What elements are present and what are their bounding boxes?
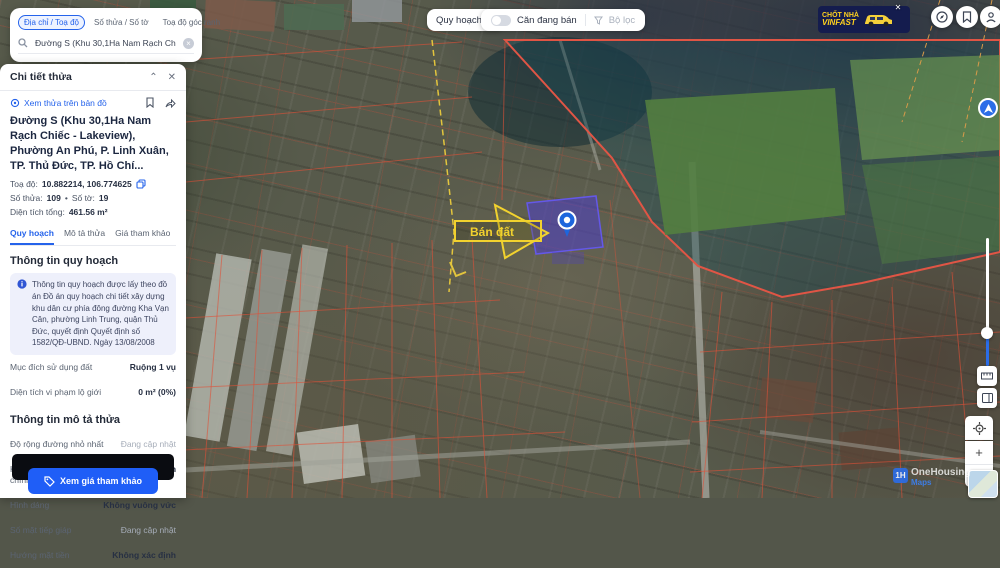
overlay-opacity-slider-track[interactable]	[986, 238, 989, 330]
account-button[interactable]	[980, 6, 1000, 28]
measure-button[interactable]	[977, 366, 997, 386]
view-price-button[interactable]: Xem giá tham khảo	[28, 468, 158, 494]
user-icon	[985, 11, 997, 23]
listings-toggle[interactable]	[491, 15, 511, 26]
so-to-value: 19	[99, 193, 108, 203]
location-arrow-icon	[984, 104, 993, 113]
area-value: 461.56 m²	[69, 207, 108, 217]
row-value: 0 m² (0%)	[138, 387, 176, 397]
so-to-label: Số tờ:	[72, 193, 95, 203]
parcel-detail-panel: Chi tiết thửa ⌃ ✕ Xem thửa trên bản đồ Đ…	[0, 64, 186, 498]
onehousing-watermark: 1H OneHousing Maps	[893, 468, 970, 488]
row-value: Ruộng 1 vụ	[130, 362, 176, 372]
info-icon	[17, 279, 27, 349]
zoom-in-button[interactable]: +	[965, 441, 993, 465]
crosshair-icon	[973, 422, 986, 435]
so-thua-label: Số thửa:	[10, 193, 43, 203]
so-thua-value: 109	[47, 193, 61, 203]
detail-tabs: Quy hoạch Mô tả thửa Giá tham khảo	[10, 224, 176, 246]
filter-funnel-icon	[594, 16, 603, 25]
clear-search-icon[interactable]: ×	[183, 38, 194, 49]
target-icon	[10, 98, 20, 108]
row-value: Không xác định	[112, 550, 176, 560]
planning-section-heading: Thông tin quy hoạch	[10, 255, 176, 267]
navigate-button[interactable]	[978, 98, 998, 118]
tab-mo-ta-thua[interactable]: Mô tả thửa	[64, 224, 105, 245]
explore-button[interactable]	[931, 6, 953, 28]
row-value: Không vuông vức	[103, 500, 176, 510]
car-icon	[862, 12, 894, 28]
tab-quy-hoach[interactable]: Quy hoạch	[10, 224, 54, 245]
search-input[interactable]	[33, 37, 178, 49]
copy-icon[interactable]	[136, 179, 146, 189]
area-label: Diện tích tổng:	[10, 207, 65, 217]
view-on-map-link[interactable]: Xem thửa trên bản đồ	[24, 98, 141, 108]
basemap-thumbnail[interactable]	[968, 470, 998, 498]
overlay-opacity-slider-fill	[986, 336, 989, 366]
filter-bar: Căn đang bán Bộ lọc	[481, 9, 645, 31]
row-label: Diện tích vi phạm lộ giới	[10, 387, 101, 398]
planning-notice-text: Thông tin quy hoạch được lấy theo đồ án …	[32, 279, 169, 349]
tab-parcel-sheet[interactable]: Số thửa / Số tờ	[89, 15, 154, 30]
watermark-name: OneHousing	[911, 468, 970, 478]
tab-corner-coords[interactable]: Toạ độ góc ranh	[158, 15, 225, 30]
divider	[585, 14, 586, 26]
collapse-icon[interactable]: ⌃	[149, 72, 157, 83]
dot-separator: •	[65, 193, 68, 203]
view-price-label: Xem giá tham khảo	[60, 476, 142, 486]
ruler-icon	[981, 372, 993, 380]
compass-icon	[936, 11, 948, 23]
panel-title: Chi tiết thửa	[10, 71, 72, 83]
split-panel-icon	[982, 393, 993, 403]
bookmark-icon[interactable]	[145, 97, 155, 108]
coords-value: 10.882214, 106.774625	[42, 179, 132, 189]
tab-address-coords[interactable]: Địa chỉ / Toạ độ	[18, 15, 85, 30]
price-tag-icon	[44, 476, 55, 487]
filter-button[interactable]: Bộ lọc	[609, 15, 635, 26]
description-section-heading: Thông tin mô tả thửa	[10, 414, 176, 426]
panel-footer: Xem giá tham khảo	[0, 454, 186, 498]
search-mode-tabs: Địa chỉ / Toạ độ Số thửa / Số tờ Toạ độ …	[18, 15, 194, 30]
row-label: Hướng mặt tiền	[10, 550, 69, 561]
tab-gia-tham-khao[interactable]: Giá tham khảo	[115, 224, 170, 245]
my-location-button[interactable]	[965, 416, 993, 440]
row-label: Hình dáng	[10, 500, 49, 511]
legend-panel-button[interactable]	[977, 388, 997, 408]
close-icon[interactable]: ✕	[168, 72, 176, 83]
share-icon[interactable]	[165, 98, 176, 108]
row-label: Độ rộng đường nhỏ nhất	[10, 439, 104, 450]
coords-label: Toạ độ:	[10, 179, 38, 189]
saved-button[interactable]	[956, 6, 978, 28]
parcel-address-title: Đường S (Khu 30,1Ha Nam Rạch Chiếc - Lak…	[10, 114, 176, 173]
ad-close-icon[interactable]: ✕	[893, 3, 903, 13]
planning-notice: Thông tin quy hoạch được lấy theo đồ án …	[10, 273, 176, 355]
onehousing-logo-icon: 1H	[893, 468, 908, 483]
row-value: Đang cập nhật	[121, 439, 176, 449]
layer-dropdown-label: Quy hoạch	[436, 15, 482, 26]
search-icon	[18, 38, 28, 48]
watermark-sub: Maps	[911, 478, 970, 488]
overlay-opacity-slider-knob[interactable]	[981, 327, 993, 339]
row-label: Mục đích sử dụng đất	[10, 362, 92, 373]
row-value: Đang cập nhật	[121, 525, 176, 535]
bookmark-icon	[962, 11, 972, 23]
callout-label: Bán đất	[470, 225, 514, 239]
ad-line2: VINFAST	[822, 19, 859, 27]
search-card: Địa chỉ / Toạ độ Số thửa / Số tờ Toạ độ …	[10, 8, 202, 62]
row-label: Số mặt tiếp giáp	[10, 525, 71, 536]
listings-toggle-label: Căn đang bán	[517, 15, 577, 26]
